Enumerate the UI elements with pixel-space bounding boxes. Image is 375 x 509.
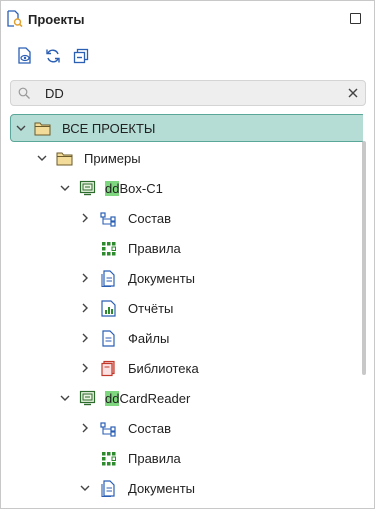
tree-node-composition[interactable]: Состав xyxy=(1,413,363,443)
tree-node-examples[interactable]: Примеры xyxy=(1,143,363,173)
panel-header: Проекты xyxy=(1,1,374,37)
tree-node-label: ddCardReader xyxy=(105,391,190,406)
tree-node-label: Документы xyxy=(128,271,196,286)
tree-node-label: Правила xyxy=(128,241,181,256)
file-icon xyxy=(102,330,115,347)
chevron-down-icon[interactable] xyxy=(79,482,91,494)
tree-node-documents[interactable]: Документы xyxy=(1,263,363,293)
tree-node-project-ddbox-c1[interactable]: ddBox-C1 xyxy=(1,173,363,203)
report-chart-icon xyxy=(101,300,116,317)
tree-node-label: Состав xyxy=(128,211,172,226)
tree-node-label: ВСЕ ПРОЕКТЫ xyxy=(62,121,156,136)
tree-node-label: Документы xyxy=(128,481,196,496)
tree-node-composition[interactable]: Состав xyxy=(1,203,363,233)
chevron-right-icon[interactable] xyxy=(79,332,91,344)
project-icon xyxy=(79,180,96,196)
chevron-down-icon[interactable] xyxy=(36,152,48,164)
panel-title: Проекты xyxy=(28,12,85,27)
projects-panel: Проекты DD ВСЕ ПРОЕКТЫ Примеры ddBox-C1 … xyxy=(0,0,375,509)
tree-node-label: Отчёты xyxy=(128,301,174,316)
clear-search-icon[interactable] xyxy=(347,87,359,99)
tree-node-rules[interactable]: Правила xyxy=(1,443,363,473)
documents-icon xyxy=(101,270,115,287)
hierarchy-icon xyxy=(100,212,116,227)
project-icon xyxy=(79,390,96,406)
tree-node-label: Файлы xyxy=(128,331,170,346)
document-eye-icon xyxy=(18,47,31,64)
tree-node-label: Состав xyxy=(128,421,172,436)
rules-grid-icon xyxy=(102,452,116,466)
search-input[interactable] xyxy=(45,84,335,102)
search-box xyxy=(10,80,366,106)
rules-grid-icon xyxy=(102,242,116,256)
tree-node-documents[interactable]: Документы xyxy=(1,473,363,503)
tree-node-project-ddcardreader[interactable]: ddCardReader xyxy=(1,383,363,413)
hierarchy-icon xyxy=(100,422,116,437)
project-name-rest: Box-C1 xyxy=(119,181,163,196)
show-document-button[interactable] xyxy=(14,45,36,67)
search-match-highlight: dd xyxy=(105,391,120,406)
folder-icon xyxy=(56,152,73,166)
folder-icon xyxy=(34,122,51,136)
chevron-down-icon[interactable] xyxy=(15,122,27,134)
chevron-down-icon[interactable] xyxy=(59,392,71,404)
search-match-highlight: dd xyxy=(105,181,120,196)
toolbar xyxy=(1,45,374,69)
tree-node-all-projects[interactable]: ВСЕ ПРОЕКТЫ xyxy=(1,113,363,143)
library-books-icon xyxy=(101,360,115,377)
refresh-icon xyxy=(46,49,60,63)
projects-tree: ВСЕ ПРОЕКТЫ Примеры ddBox-C1 Состав Прав… xyxy=(1,113,363,509)
project-name-rest: CardReader xyxy=(119,391,191,406)
collapse-all-button[interactable] xyxy=(70,45,92,67)
tree-node-label: ddBox-C1 xyxy=(105,181,163,196)
refresh-button[interactable] xyxy=(42,45,64,67)
maximize-button[interactable] xyxy=(350,13,361,24)
chevron-right-icon[interactable] xyxy=(79,302,91,314)
tree-node-library[interactable]: Библиотека xyxy=(1,353,363,383)
chevron-down-icon[interactable] xyxy=(59,182,71,194)
tree-node-rules[interactable]: Правила xyxy=(1,233,363,263)
chevron-right-icon[interactable] xyxy=(79,422,91,434)
projects-search-icon xyxy=(7,10,23,28)
vertical-scrollbar[interactable] xyxy=(362,141,366,375)
tree-node-files[interactable]: Файлы xyxy=(1,323,363,353)
tree-node-label: Правила xyxy=(128,451,181,466)
tree-node-label: Примеры xyxy=(84,151,141,166)
tree-node-reports[interactable]: Отчёты xyxy=(1,293,363,323)
chevron-right-icon[interactable] xyxy=(79,272,91,284)
tree-node-label: Библиотека xyxy=(128,361,199,376)
chevron-right-icon[interactable] xyxy=(79,362,91,374)
chevron-right-icon[interactable] xyxy=(79,212,91,224)
collapse-all-icon xyxy=(73,48,89,64)
documents-icon xyxy=(101,480,115,497)
search-icon xyxy=(18,87,30,99)
